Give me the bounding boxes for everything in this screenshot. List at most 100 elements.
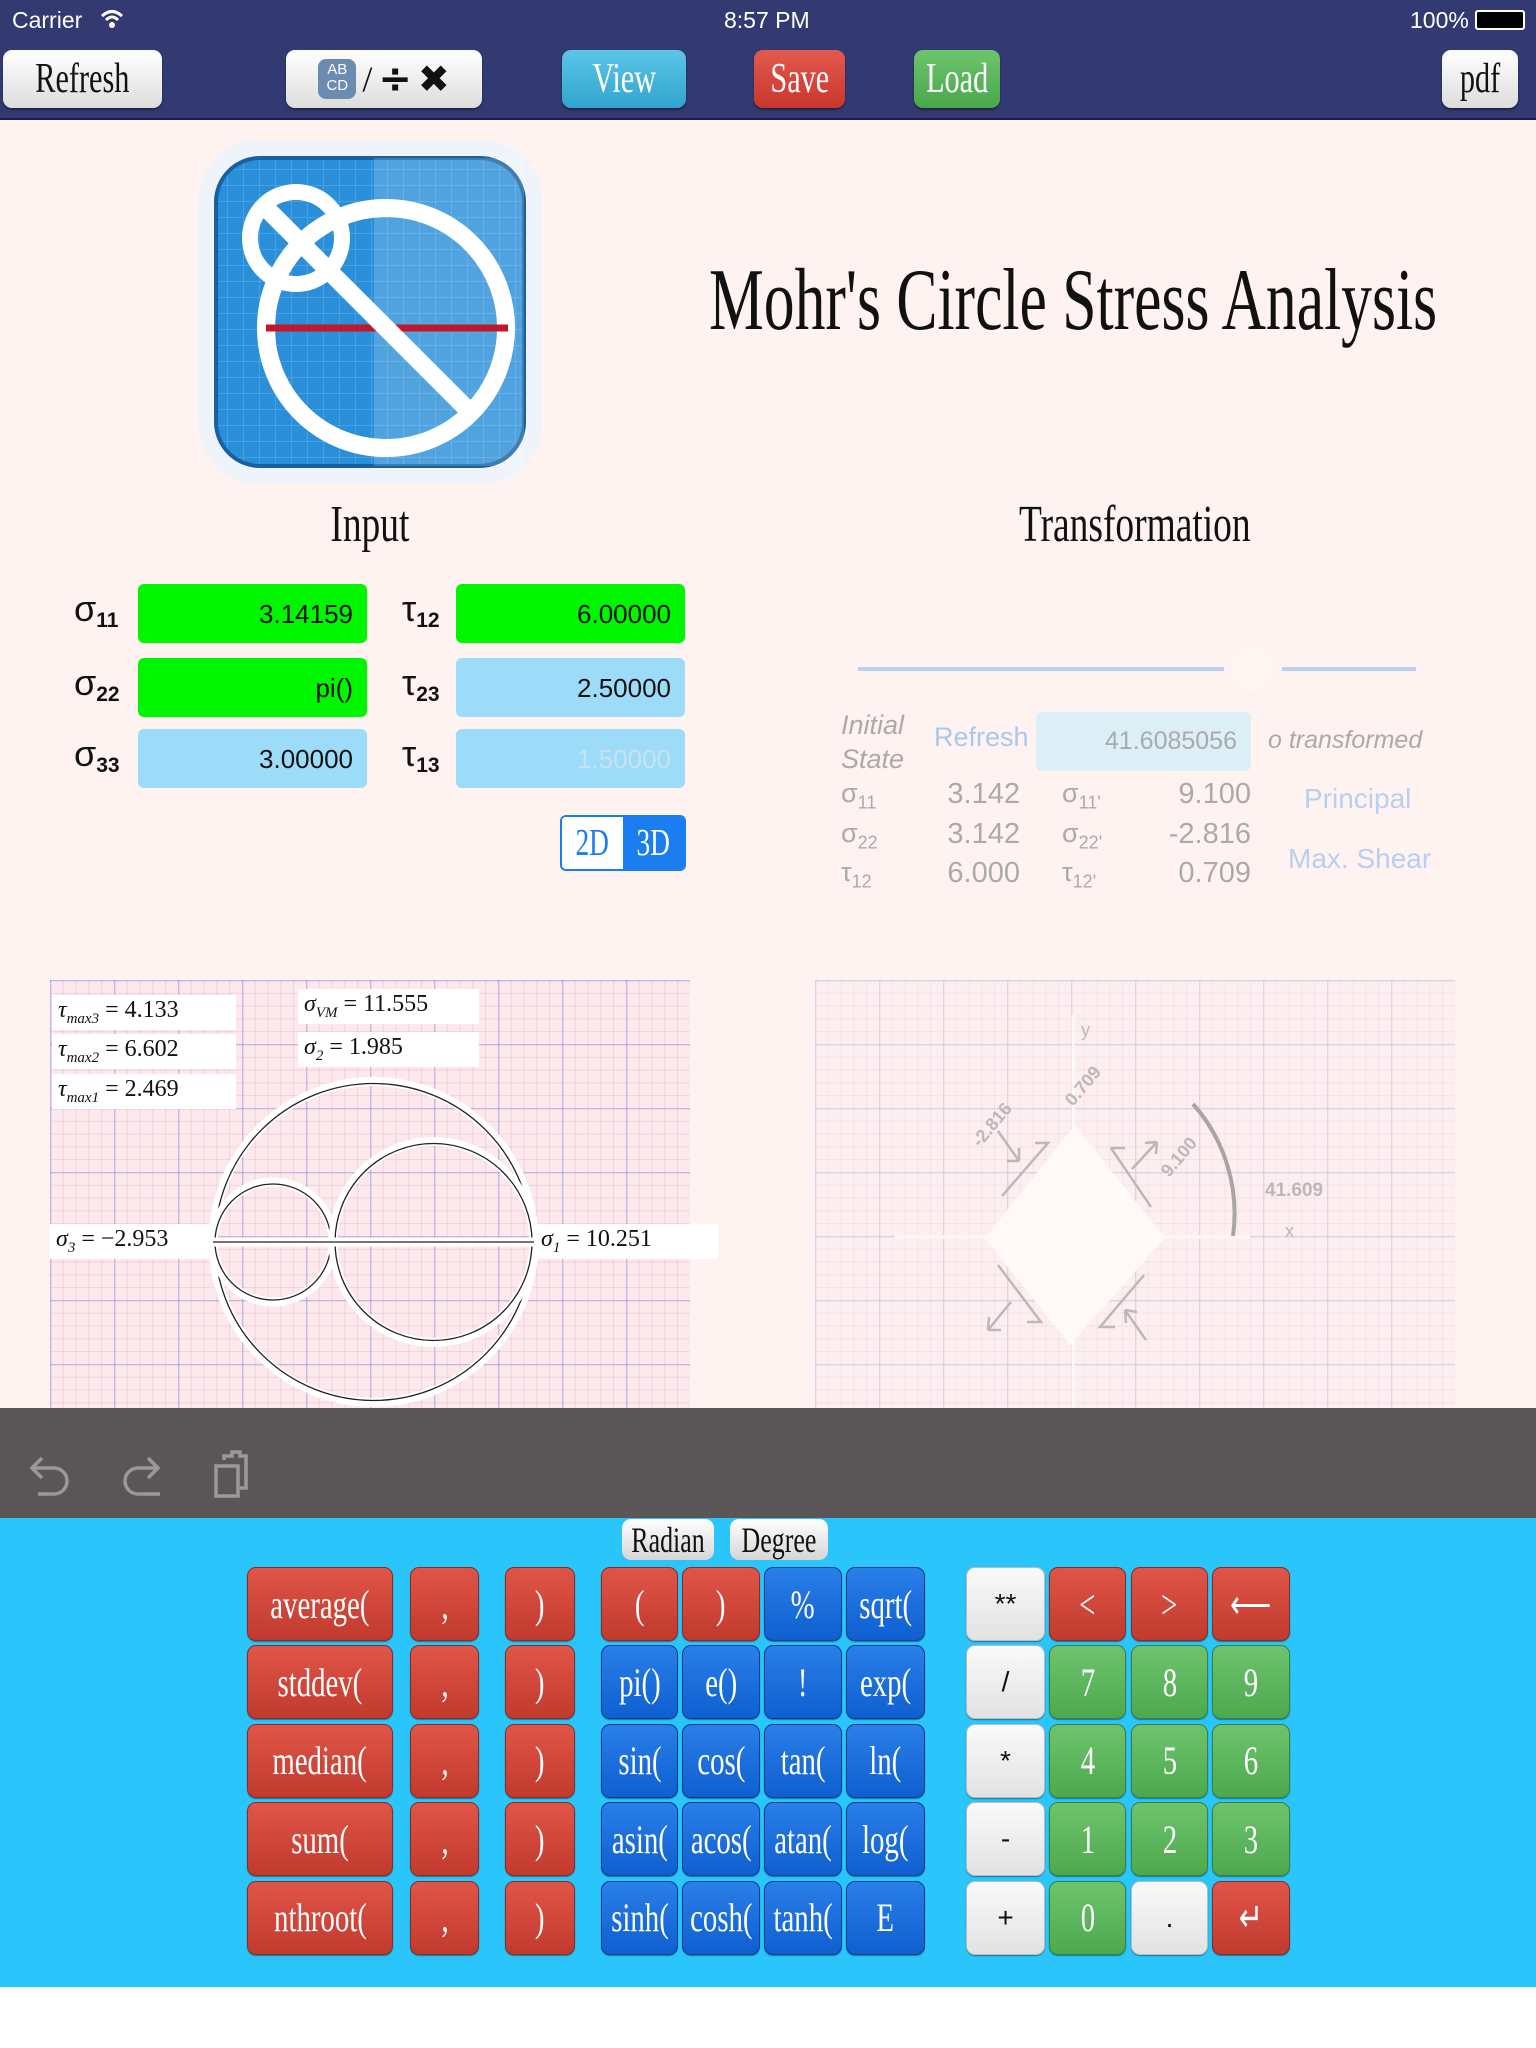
key-nthroot[interactable]: nthroot( [247,1880,393,1955]
redo-icon[interactable] [118,1454,166,1498]
key-9[interactable]: 9 [1212,1645,1290,1720]
key-label: 5 [1162,1738,1177,1784]
key-symbol[interactable]: ↵ [1212,1880,1290,1955]
stress-input-tau13[interactable]: 1.50000 [456,729,685,788]
paste-icon[interactable] [212,1448,260,1500]
stress-input-tau12[interactable]: 6.00000 [456,584,685,643]
pdf-label: pdf [1459,56,1501,102]
key-exp[interactable]: exp( [846,1645,925,1720]
tau-max2-label: τmax2 = 6.602 [52,1034,236,1069]
key-symbol[interactable]: . [1131,1880,1208,1955]
notation-toggle-button[interactable]: AB CD / ÷ ✖ [286,50,482,108]
key-7[interactable]: 7 [1049,1645,1126,1720]
principal-button[interactable]: Principal [1304,783,1411,815]
initial-value: 3.142 [947,778,1020,810]
load-button[interactable]: Load [914,50,1000,108]
max-shear-button[interactable]: Max. Shear [1288,843,1431,875]
key-symbol[interactable]: ) [505,1645,575,1720]
symbol: σ [74,588,97,629]
key-pi[interactable]: pi() [601,1645,678,1720]
key-asin[interactable]: asin( [601,1802,678,1877]
key-stddev[interactable]: stddev( [247,1645,393,1720]
key-1[interactable]: 1 [1049,1802,1126,1877]
key-symbol[interactable]: - [966,1802,1045,1877]
sigma2-value: 1.985 [348,1034,403,1060]
symbol: τ [402,733,417,774]
key-2[interactable]: 2 [1131,1802,1208,1877]
transformed-label: τ12' [1062,857,1096,892]
key-symbol[interactable]: ) [505,1723,575,1798]
key-label: + [997,1901,1014,1933]
key-median[interactable]: median( [247,1723,393,1798]
key-symbol[interactable]: ! [764,1645,842,1720]
row-label: σ22 [841,818,878,853]
key-cos[interactable]: cos( [682,1723,760,1798]
key-symbol[interactable]: * [966,1723,1045,1798]
key-symbol[interactable]: ) [505,1567,575,1641]
key-3[interactable]: 3 [1212,1802,1290,1877]
key-4[interactable]: 4 [1049,1723,1126,1798]
key-ln[interactable]: ln( [846,1723,925,1798]
key-sinh[interactable]: sinh( [601,1880,678,1955]
key-symbol[interactable]: ⟵ [1212,1567,1290,1641]
key-label: median( [272,1738,368,1784]
key-symbol[interactable]: ** [966,1567,1045,1641]
angle-slider-thumb[interactable] [1230,647,1274,691]
degree-button[interactable]: Degree [730,1519,828,1560]
key-symbol[interactable]: < [1049,1567,1126,1641]
stress-input-sigma11[interactable]: 3.14159 [138,584,367,643]
key-symbol[interactable]: , [410,1880,479,1955]
undo-icon[interactable] [28,1454,76,1498]
degree-label: Degree [741,1519,817,1560]
key-cosh[interactable]: cosh( [682,1880,760,1955]
key-log[interactable]: log( [846,1802,925,1877]
key-e[interactable]: e() [682,1645,760,1720]
key-symbol[interactable]: > [1131,1567,1208,1641]
stress-input-sigma22[interactable]: pi() [138,658,367,717]
stress-input-sigma33[interactable]: 3.00000 [138,729,367,788]
key-symbol[interactable]: + [966,1880,1045,1955]
key-symbol[interactable]: , [410,1645,479,1720]
x-axis-label: x [1285,1221,1294,1241]
pdf-button[interactable]: pdf [1442,50,1518,108]
input-heading: Input [330,496,410,553]
field-label-σ22: σ22 [74,662,120,707]
key-atan[interactable]: atan( [764,1802,842,1877]
symbol: τ [402,588,417,629]
sigma1-label: σ1 = 10.251 [535,1224,718,1259]
key-average[interactable]: average( [247,1567,393,1641]
key-symbol[interactable]: ) [505,1880,575,1955]
angle-input[interactable]: 41.6085056 [1036,712,1251,771]
stress-input-tau23[interactable]: 2.50000 [456,658,685,717]
key-acos[interactable]: acos( [682,1802,760,1877]
key-symbol[interactable]: ) [682,1567,760,1641]
view-label: View [592,56,656,102]
mode-2d-button[interactable]: 2D [562,817,623,869]
initial-state-label: Initial State [841,710,905,774]
key-0[interactable]: 0 [1049,1880,1126,1955]
refresh-button[interactable]: Refresh [3,50,162,108]
key-sqrt[interactable]: sqrt( [846,1567,925,1641]
radian-button[interactable]: Radian [622,1519,714,1560]
key-symbol[interactable]: ( [601,1567,678,1641]
view-button[interactable]: View [562,50,686,108]
mode-3d-button[interactable]: 3D [623,817,684,869]
radian-label: Radian [631,1519,705,1560]
transform-refresh-button[interactable]: Refresh [934,722,1029,753]
key-E[interactable]: E [846,1880,925,1955]
save-button[interactable]: Save [754,50,845,108]
key-symbol[interactable]: / [966,1645,1045,1720]
key-symbol[interactable]: % [764,1567,842,1641]
key-tanh[interactable]: tanh( [764,1880,842,1955]
key-symbol[interactable]: , [410,1567,479,1641]
key-sin[interactable]: sin( [601,1723,678,1798]
angle-slider-track[interactable] [858,667,1224,671]
key-symbol[interactable]: , [410,1723,479,1798]
key-sum[interactable]: sum( [247,1802,393,1877]
key-6[interactable]: 6 [1212,1723,1290,1798]
key-symbol[interactable]: , [410,1802,479,1877]
key-5[interactable]: 5 [1131,1723,1208,1798]
key-8[interactable]: 8 [1131,1645,1208,1720]
key-tan[interactable]: tan( [764,1723,842,1798]
key-symbol[interactable]: ) [505,1802,575,1877]
